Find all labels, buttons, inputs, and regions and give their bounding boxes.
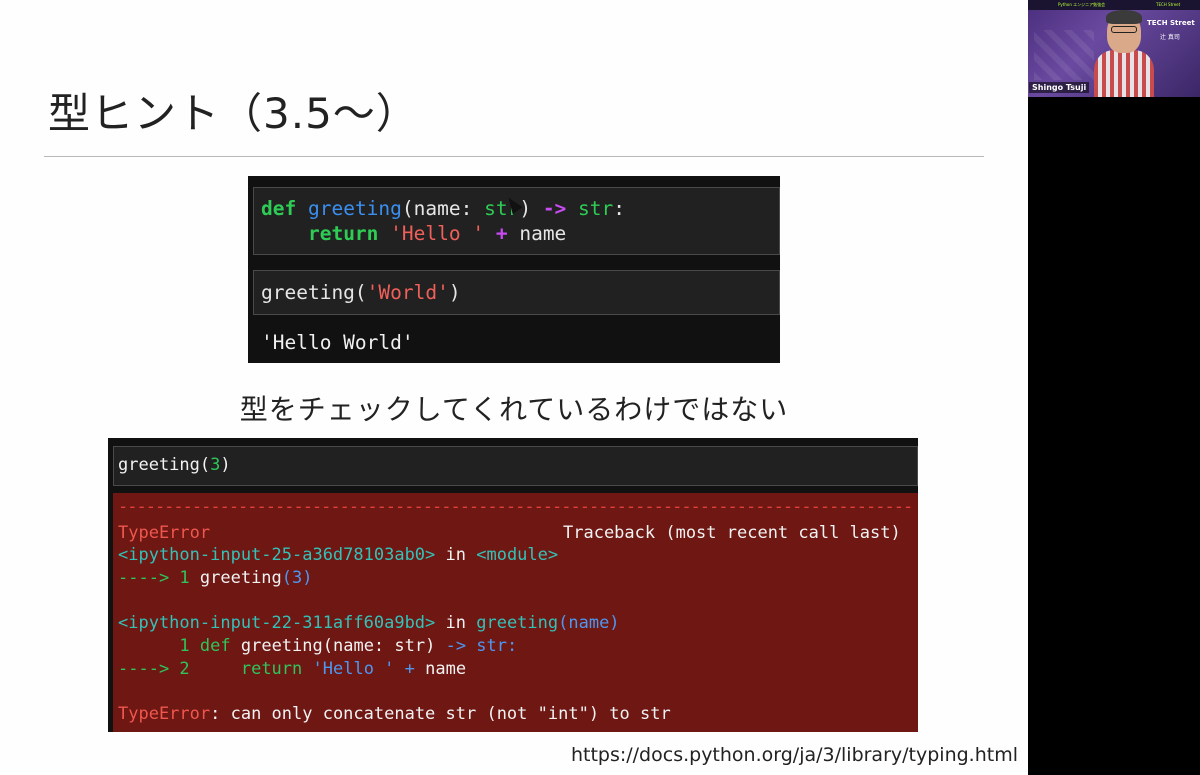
traceback-frame-1-code: ----> 1 greeting(3) [118,568,313,588]
params-text: (name: [401,197,485,220]
keyword-return: return [307,222,379,245]
call-argument: 3 [210,455,221,475]
notebook-error: greeting(3) ----------------------------… [108,438,918,732]
frame-file: <ipython-input-25-a36d78103ab0> [118,545,436,565]
keyword-def: def [261,197,297,220]
function-name: greeting [240,636,323,656]
error-message: : can only concatenate str (not "int") t… [210,704,671,724]
slide: 型ヒント（3.5〜） def greeting(name: str) -> st… [0,0,1028,775]
traceback-frame-2-code-1: 1 def greeting(name: str) -> str: [118,636,517,656]
name-variable: name [507,222,567,245]
paren: ) [302,568,313,588]
code-cell-bad-call[interactable] [113,446,918,486]
code-line-def: def greeting(name: str) -> str: [261,197,625,220]
presenter-hair [1106,10,1142,24]
call-function: greeting( [118,455,211,475]
title-divider [44,156,984,157]
traceback-separator: ----------------------------------------… [118,497,913,517]
line-number: 1 [118,636,200,656]
glasses-icon [1111,26,1137,33]
return-type: str [578,197,614,220]
error-type-header: TypeError [118,523,211,543]
return-type: str: [466,636,518,656]
return-arrow: -> [445,636,467,656]
line-arrow: ----> 1 [118,568,200,588]
plus-operator: + [394,659,426,679]
call-close: ) [448,281,461,304]
return-arrow: -> [542,197,567,220]
code-line-bad-call: greeting(3) [118,455,231,475]
error-type: TypeError [118,704,211,724]
webcam-brand: TECH Street [1147,19,1195,27]
traceback-frame-2: <ipython-input-22-311aff60a9bd> in greet… [118,613,620,633]
code-line-call: greeting('World') [261,281,461,304]
slide-title: 型ヒント（3.5〜） [48,89,419,138]
keyword-return: return [240,659,303,679]
presenter-name: Shingo Tsuji [1029,82,1090,93]
call-function: greeting [199,568,282,588]
traceback-header: Traceback (most recent call last) [563,523,901,543]
background-pattern [1034,30,1094,80]
params-close: ) [519,197,543,220]
plus-operator: + [495,222,508,245]
cell-output: 'Hello World' [261,331,414,354]
banner-left-text: Python エンジニア勉強会 [1058,2,1106,7]
frame-in: in [435,545,477,565]
traceback-frame-2-code-2: ----> 2 return 'Hello ' + name [118,659,466,679]
call-argument: 'World' [366,281,449,304]
params-text: (name: str) [322,636,446,656]
function-name: greeting [307,197,402,220]
slide-caption: 型をチェックしてくれているわけではない [239,393,789,426]
call-function: greeting( [261,281,367,304]
keyword-def: def [199,636,231,656]
frame-function: greeting [476,613,559,633]
frame-file: <ipython-input-22-311aff60a9bd> [118,613,436,633]
string-literal: 'Hello ' [390,222,485,245]
call-argument: 3 [292,568,303,588]
frame-in: in [435,613,477,633]
traceback-frame-1: <ipython-input-25-a36d78103ab0> in <modu… [118,545,558,565]
frame-args: (name) [558,613,620,633]
paren: ( [281,568,293,588]
name-variable: name [425,659,467,679]
reference-url: https://docs.python.org/ja/3/library/typ… [570,744,1018,766]
frame-scope: <module> [476,545,559,565]
string-literal: 'Hello ' [312,659,395,679]
webcam-banner: Python エンジニア勉強会 TECH Street [1028,0,1200,10]
code-line-return: return 'Hello ' + name [261,222,566,245]
line-arrow: ----> 2 [118,659,200,679]
webcam-subtitle: 辻 真司 [1160,34,1180,41]
colon: : [613,197,626,220]
call-close: ) [220,455,231,475]
banner-right-text: TECH Street [1156,2,1181,7]
presenter-body [1094,50,1154,97]
final-error-message: TypeError: can only concatenate str (not… [118,704,671,724]
error-output: ----------------------------------------… [113,493,918,732]
